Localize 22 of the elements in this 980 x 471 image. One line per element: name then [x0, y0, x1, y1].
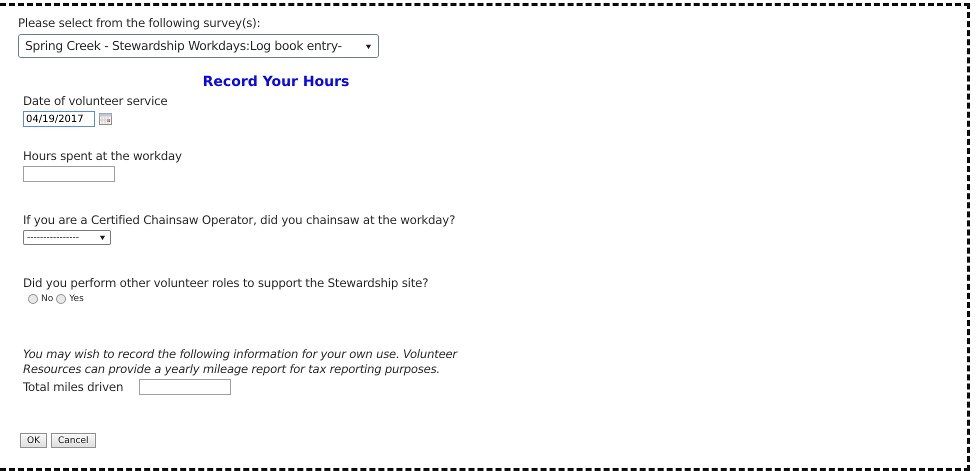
date-field[interactable]: 04/19/2017: [23, 111, 95, 127]
caret-icon: [99, 234, 106, 241]
radio-label: No: [41, 294, 54, 304]
field-label: Hours spent at the workday: [23, 149, 182, 164]
info-note: You may wish to record the following information for your own use. Volunteer Resources can provide a yearly mileage report for tax reporting purposes.: [23, 347, 459, 377]
chainsaw-select[interactable]: ----------------: [23, 230, 111, 245]
calendar-icon[interactable]: [99, 113, 112, 125]
radio-button[interactable]: [28, 294, 38, 304]
hours-field[interactable]: [23, 166, 115, 182]
field-label: Did you perform other volunteer roles to support the Stewardship site?: [23, 276, 428, 291]
survey-label: Please select from the following survey(s):: [18, 16, 262, 31]
field-label: Total miles driven: [23, 380, 124, 394]
field-label: Date of volunteer service: [23, 94, 168, 109]
cancel-button[interactable]: Cancel: [51, 433, 96, 448]
form-title: Record Your Hours: [202, 73, 350, 91]
survey-select[interactable]: Spring Creek - Stewardship Workdays:Log book entry-: [18, 34, 379, 58]
caret-icon: [365, 42, 372, 50]
radio-button[interactable]: [56, 294, 66, 304]
field-label: If you are a Certified Chainsaw Operator, did you chainsaw at the workday?: [23, 213, 456, 228]
miles-field[interactable]: [139, 379, 232, 395]
radio-label: Yes: [69, 294, 84, 304]
ok-button[interactable]: OK: [20, 433, 47, 448]
